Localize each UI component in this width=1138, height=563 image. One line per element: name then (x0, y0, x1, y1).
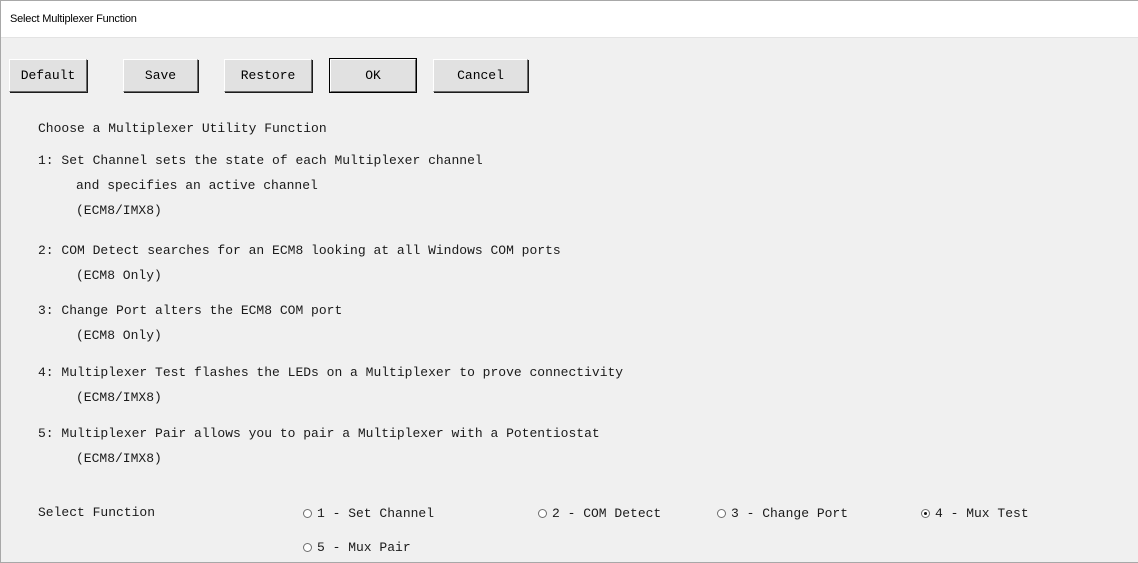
radio-circle-icon (717, 508, 726, 518)
select-function-label: Select Function (38, 505, 156, 520)
radio-mux-test-label: 4 - Mux Test (935, 505, 1029, 521)
radio-com-detect-label: 2 - COM Detect (552, 505, 662, 521)
radio-mux-pair-label: 5 - Mux Pair (317, 539, 411, 555)
save-button[interactable]: Save (123, 59, 198, 92)
item-3-text: 3: Change Port alters the ECM8 COM port (38, 303, 343, 318)
item-2-text: 2: COM Detect searches for an ECM8 looki… (38, 243, 561, 258)
radio-change-port-label: 3 - Change Port (731, 505, 849, 521)
item-1-compat: (ECM8/IMX8) (76, 203, 162, 218)
radio-mux-test[interactable]: 4 - Mux Test (921, 505, 1029, 521)
item-4-text: 4: Multiplexer Test flashes the LEDs on … (38, 365, 624, 380)
restore-button[interactable]: Restore (224, 59, 312, 92)
radio-checked-icon (921, 508, 930, 518)
radio-circle-icon (303, 508, 312, 518)
heading-text: Choose a Multiplexer Utility Function (38, 121, 327, 136)
dialog-window: Select Multiplexer Function Default Save… (0, 0, 1138, 563)
ok-button[interactable]: OK (329, 58, 417, 93)
item-1-text: 1: Set Channel sets the state of each Mu… (38, 153, 483, 168)
item-3-compat: (ECM8 Only) (76, 328, 162, 343)
item-2-compat: (ECM8 Only) (76, 268, 162, 283)
radio-change-port[interactable]: 3 - Change Port (717, 505, 848, 521)
radio-com-detect[interactable]: 2 - COM Detect (538, 505, 661, 521)
title-bar: Select Multiplexer Function (1, 1, 1138, 38)
radio-circle-icon (303, 542, 312, 552)
radio-set-channel[interactable]: 1 - Set Channel (303, 505, 434, 521)
item-5-compat: (ECM8/IMX8) (76, 451, 162, 466)
radio-set-channel-label: 1 - Set Channel (317, 505, 435, 521)
item-1-detail: and specifies an active channel (76, 178, 318, 193)
radio-circle-icon (538, 508, 547, 518)
item-4-compat: (ECM8/IMX8) (76, 390, 162, 405)
cancel-button[interactable]: Cancel (433, 59, 528, 92)
window-title: Select Multiplexer Function (10, 13, 137, 25)
radio-mux-pair[interactable]: 5 - Mux Pair (303, 539, 411, 555)
description-panel: Choose a Multiplexer Utility Function 1:… (38, 1, 623, 520)
item-5-text: 5: Multiplexer Pair allows you to pair a… (38, 426, 600, 441)
